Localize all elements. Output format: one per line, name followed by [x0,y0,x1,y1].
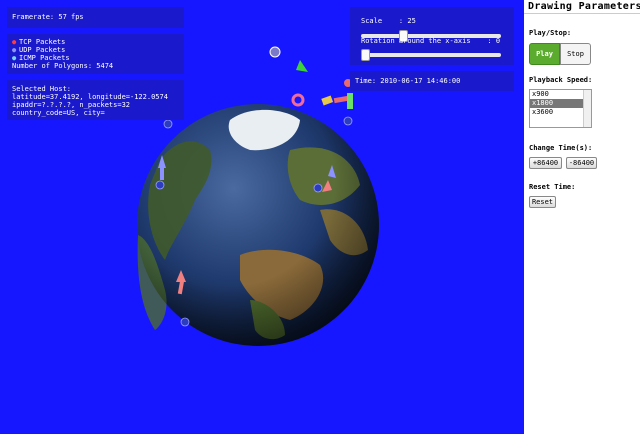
framerate-text: Framerate: 57 fps [12,13,84,21]
speed-option-x900[interactable]: x900 [530,90,591,99]
legend-panel: ● TCP Packets ● UDP Packets ● ICMP Packets … [7,34,184,74]
tcp-dot-icon: ● [12,38,17,46]
reset-time-label: Reset Time: [529,183,576,191]
playback-speed-list[interactable]: x900 x1800 x3600 [529,89,592,128]
speed-option-x1800[interactable]: x1800 [530,99,591,108]
subtract-time-button[interactable]: -86400 [566,157,597,169]
drawing-parameters-sidebar: Drawing Parameters Play/Stop: Play Stop … [524,0,640,434]
host-coords: latitude=37.4192, longitude=-122.0574 [12,93,168,101]
scale-label: Scale : 25 [361,17,416,25]
add-time-button[interactable]: +86400 [529,157,562,169]
selected-host-panel: Selected Host: latitude=37.4192, longitu… [7,80,184,120]
earth-globe [137,104,379,346]
play-stop-label: Play/Stop: [529,29,572,37]
host-ip: ipaddr=?.?.?.?, n_packets=32 [12,101,131,109]
rotation-slider-thumb[interactable] [361,49,370,61]
host-title: Selected Host: [12,85,72,93]
icmp-dot-icon: ● [12,54,17,62]
sidebar-title: Drawing Parameters [528,1,640,12]
rotation-slider[interactable] [361,49,501,61]
playback-speed-label: Playback Speed: [529,76,593,84]
udp-dot-icon: ● [12,46,17,54]
change-time-label: Change Time(s): [529,144,593,152]
legend-tcp: ● TCP Packets [12,38,66,46]
rotation-label: Rotation around the x-axis : 0 [361,37,501,45]
reset-button[interactable]: Reset [529,196,556,208]
legend-udp: ● UDP Packets [12,46,66,54]
packet-arrow-green [296,60,308,72]
polygon-count: Number of Polygons: 5474 [12,62,114,70]
packet-cluster-marker [321,79,353,109]
stop-button[interactable]: Stop [560,43,591,65]
time-text: Time: 2010-06-17 14:46:00 [355,77,461,85]
satellite-marker [269,46,281,58]
speed-list-scrollbar[interactable] [583,90,591,127]
globe-viewport[interactable]: Framerate: 57 fps ● TCP Packets ● UDP Pack… [0,0,524,434]
play-button[interactable]: Play [529,43,560,65]
view-controls-panel: Scale : 25 Rotation around the x-axis : … [350,7,514,65]
host-country: country_code=US, city= [12,109,105,117]
time-panel: Time: 2010-06-17 14:46:00 [350,71,514,91]
framerate-panel: Framerate: 57 fps [7,7,184,28]
speed-option-x3600[interactable]: x3600 [530,108,591,117]
legend-icmp: ● ICMP Packets [12,54,70,62]
title-divider [524,13,640,14]
